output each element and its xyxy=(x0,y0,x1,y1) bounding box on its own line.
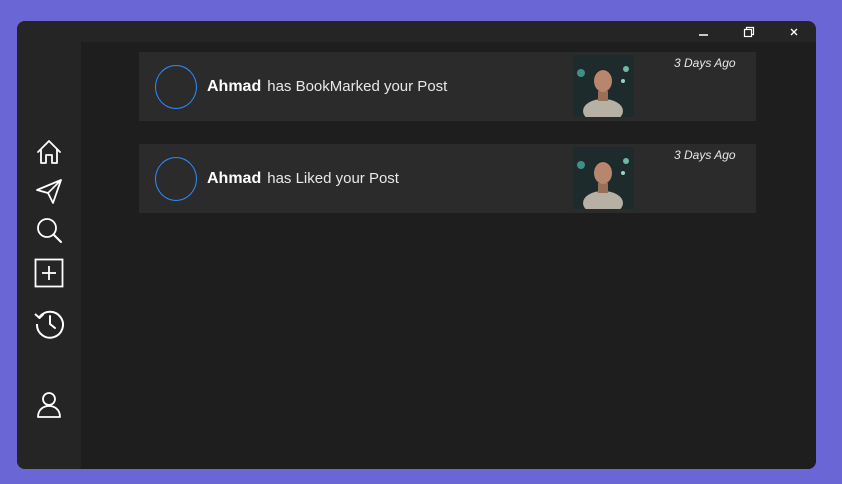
close-button[interactable] xyxy=(774,21,814,42)
post-thumbnail[interactable] xyxy=(573,147,634,209)
notification-message: Ahmad has Liked your Post xyxy=(207,170,399,188)
nav-profile[interactable] xyxy=(33,389,65,421)
post-thumbnail[interactable] xyxy=(573,55,634,117)
user-icon xyxy=(37,392,61,418)
nav-add-post[interactable] xyxy=(33,257,65,289)
maximize-button[interactable] xyxy=(729,21,769,42)
sidebar xyxy=(17,21,81,469)
minimize-button[interactable] xyxy=(684,21,724,42)
notifications-panel: Ahmad has BookMarked your Post 3 Days Ago xyxy=(81,42,816,469)
history-icon xyxy=(34,310,64,339)
notification-item[interactable]: Ahmad has Liked your Post 3 Days Ago xyxy=(139,144,756,213)
avatar[interactable] xyxy=(155,65,197,109)
close-icon xyxy=(790,28,798,35)
nav-home[interactable] xyxy=(33,136,65,168)
notification-user[interactable]: Ahmad xyxy=(207,78,261,95)
post-thumbnail-image xyxy=(573,55,634,117)
paper-plane-icon xyxy=(36,179,62,204)
notification-user[interactable]: Ahmad xyxy=(207,170,261,187)
nav-history[interactable] xyxy=(33,307,65,339)
app-window: Ahmad has BookMarked your Post 3 Days Ago xyxy=(17,21,816,469)
nav-search[interactable] xyxy=(33,214,65,246)
notification-message: Ahmad has BookMarked your Post xyxy=(207,78,447,96)
avatar[interactable] xyxy=(155,157,197,201)
notification-action: has BookMarked your Post xyxy=(267,78,448,95)
post-thumbnail-image xyxy=(573,147,634,209)
nav-send[interactable] xyxy=(33,175,65,207)
minimize-icon xyxy=(699,33,708,36)
title-bar xyxy=(17,21,816,42)
search-icon xyxy=(37,218,62,243)
restore-icon xyxy=(743,26,755,37)
plus-square-icon xyxy=(34,258,64,288)
notification-item[interactable]: Ahmad has BookMarked your Post 3 Days Ago xyxy=(139,52,756,121)
home-icon xyxy=(37,140,61,164)
notification-time: 3 Days Ago xyxy=(674,148,736,162)
notification-action: has Liked your Post xyxy=(267,170,399,187)
notification-time: 3 Days Ago xyxy=(674,56,736,70)
